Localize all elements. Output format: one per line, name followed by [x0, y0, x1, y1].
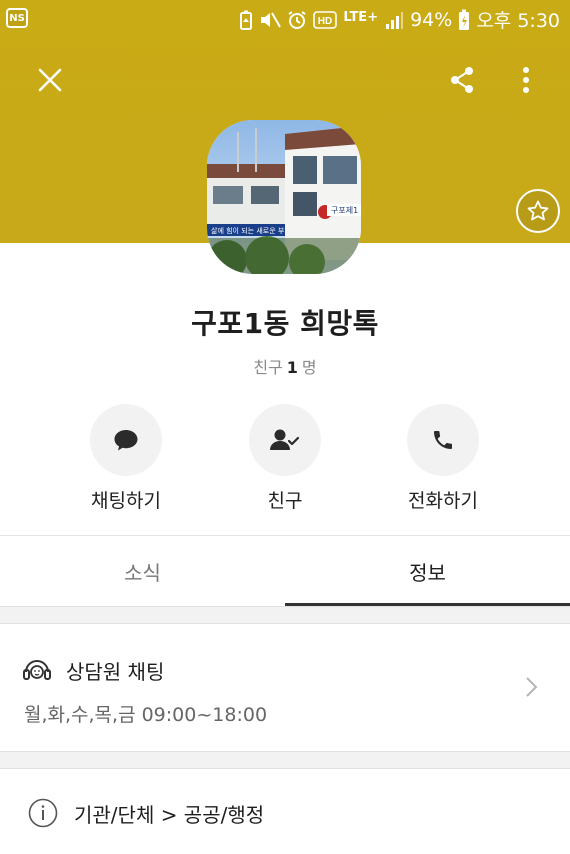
friend-button-circle[interactable]	[249, 404, 321, 476]
counsel-hours: 월,화,수,목,금 09:00~18:00	[24, 704, 268, 726]
tab-bar: 소식 정보	[0, 535, 570, 606]
counsel-chevron	[524, 676, 538, 702]
section-divider-2	[0, 751, 570, 769]
share-button[interactable]	[442, 60, 482, 100]
alarm-icon	[287, 10, 307, 30]
friend-button[interactable]: 친구	[205, 404, 365, 513]
more-options-button[interactable]	[506, 60, 546, 100]
svg-text:HD: HD	[318, 16, 332, 27]
chat-button[interactable]: 채팅하기	[46, 404, 206, 513]
svg-text:삶에 힘이 되는 새로운 부: 삶에 힘이 되는 새로운 부	[211, 226, 285, 235]
friends-unit: 명	[301, 358, 317, 377]
friend-button-label: 친구	[267, 490, 303, 512]
close-icon	[38, 68, 62, 92]
chat-button-label: 채팅하기	[91, 490, 161, 512]
profile-avatar[interactable]: 구포제1 삶에 힘이 되는 새로운 부	[207, 120, 361, 274]
chat-bubble-icon	[114, 430, 138, 451]
more-vertical-icon	[523, 67, 529, 93]
category-text: 기관/단체 > 공공/행정	[74, 802, 265, 827]
battery-saver-icon	[239, 10, 253, 30]
friend-check-icon	[270, 429, 300, 450]
network-type: LTE+	[343, 10, 379, 25]
status-bar: NS HD LTE+ 94% 오후 5:30	[0, 0, 570, 38]
close-button[interactable]	[30, 60, 70, 100]
mute-icon	[259, 10, 282, 30]
profile-name: 구포1동 희망톡	[191, 307, 379, 340]
battery-percent: 94%	[410, 8, 453, 31]
share-icon	[451, 67, 473, 93]
building-photo-image: 구포제1 삶에 힘이 되는 새로운 부	[207, 120, 361, 274]
category-row: 기관/단체 > 공공/행정	[0, 770, 570, 854]
counsel-title-row: 상담원 채팅	[22, 656, 164, 685]
friends-label: 친구	[253, 358, 283, 377]
favorite-button[interactable]	[516, 189, 560, 233]
call-button-label: 전화하기	[408, 490, 478, 512]
section-divider	[0, 606, 570, 624]
ns-app-badge: NS	[6, 8, 28, 28]
counsel-chat-row[interactable]: 상담원 채팅 월,화,수,목,금 09:00~18:00	[0, 624, 570, 751]
action-buttons: 채팅하기 친구 전화하기	[0, 404, 570, 516]
headset-icon	[23, 659, 51, 680]
hd-icon: HD	[313, 10, 338, 29]
tab-news[interactable]: 소식	[0, 536, 285, 606]
star-icon	[527, 200, 549, 221]
call-button-circle[interactable]	[407, 404, 479, 476]
friends-count-line: 친구 1 명	[0, 354, 570, 378]
info-icon	[28, 798, 58, 828]
counsel-title: 상담원 채팅	[66, 660, 165, 684]
battery-charging-icon	[458, 9, 470, 31]
clock: 오후 5:30	[476, 10, 560, 32]
call-button[interactable]: 전화하기	[363, 404, 523, 513]
phone-icon	[434, 431, 452, 449]
category-row-content: 기관/단체 > 공공/행정	[28, 798, 264, 828]
svg-text:구포제1: 구포제1	[331, 206, 358, 215]
tab-info[interactable]: 정보	[285, 536, 570, 606]
status-icons: HD LTE+ 94% 오후 5:30	[239, 6, 560, 33]
friends-count: 1	[286, 358, 298, 377]
signal-icon	[384, 10, 404, 30]
chevron-right-icon	[526, 677, 538, 697]
chat-button-circle[interactable]	[90, 404, 162, 476]
